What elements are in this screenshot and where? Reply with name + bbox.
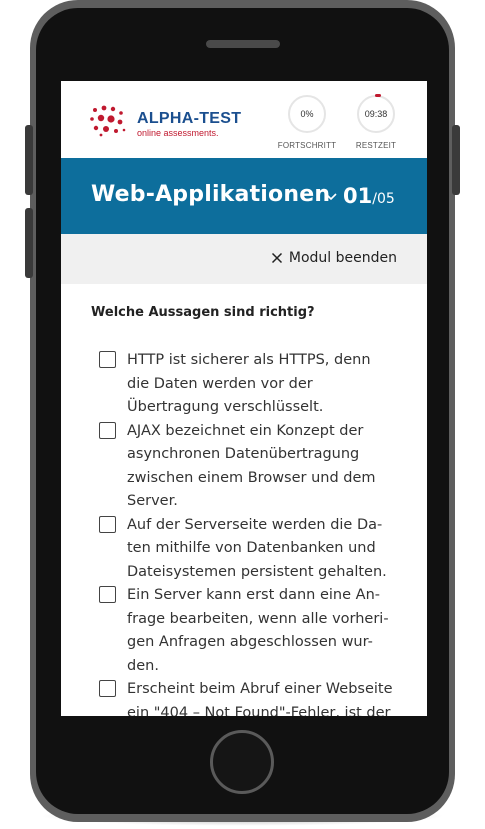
answer-checkbox[interactable] bbox=[99, 421, 116, 439]
answer-option[interactable]: Ein Server kann erst dann eine An-frage … bbox=[99, 584, 399, 678]
brand-subtitle: online assessments. bbox=[137, 128, 219, 138]
app-header: ALPHA-TEST online assessments. 0% FORTSC… bbox=[61, 81, 427, 158]
brand-title: ALPHA-TEST bbox=[137, 110, 242, 127]
answer-option[interactable]: AJAX bezeichnet ein Konzept der asynchro… bbox=[99, 420, 399, 514]
phone-speaker bbox=[206, 40, 280, 48]
action-bar: Modul beenden bbox=[61, 234, 427, 284]
answer-text: HTTP ist sicherer als HTTPS, denn die Da… bbox=[127, 352, 371, 415]
answer-text: Ein Server kann erst dann eine An-frage … bbox=[127, 587, 389, 674]
answer-text: Auf der Serverseite werden die Da-ten mi… bbox=[127, 516, 387, 580]
power-button bbox=[452, 125, 460, 195]
timer-label: RESTZEIT bbox=[355, 141, 397, 150]
answer-text: AJAX bezeichnet ein Konzept der asynchro… bbox=[127, 422, 376, 510]
timer-arc bbox=[375, 94, 381, 97]
timer-ring: 09:38 bbox=[357, 94, 395, 133]
volume-down-button bbox=[25, 208, 33, 278]
app-screen: ALPHA-TEST online assessments. 0% FORTSC… bbox=[61, 81, 427, 716]
volume-up-button bbox=[25, 125, 33, 195]
answer-text: Erscheint beim Abruf einer Webseite ein … bbox=[127, 681, 393, 716]
progress-ring: 0% bbox=[288, 95, 326, 133]
answer-checkbox[interactable] bbox=[99, 515, 116, 533]
end-module-button[interactable]: Modul beenden bbox=[271, 250, 397, 266]
progress-label: FORTSCHRITT bbox=[277, 141, 337, 150]
alpha-test-logo-icon bbox=[90, 105, 126, 137]
close-icon bbox=[271, 252, 282, 264]
answer-checkbox[interactable] bbox=[99, 586, 116, 603]
answer-checkbox[interactable] bbox=[99, 351, 116, 368]
module-total: /05 bbox=[372, 191, 395, 207]
chevron-down-icon[interactable] bbox=[323, 189, 339, 205]
module-title: Web-Applikationen bbox=[91, 182, 331, 207]
answer-option[interactable]: HTTP ist sicherer als HTTPS, denn die Da… bbox=[99, 349, 399, 420]
answer-checkbox[interactable] bbox=[99, 680, 116, 697]
answer-option[interactable]: Erscheint beim Abruf einer Webseite ein … bbox=[99, 678, 399, 716]
end-module-label: Modul beenden bbox=[288, 250, 397, 266]
home-button[interactable] bbox=[210, 730, 274, 794]
timer-value: 09:38 bbox=[364, 109, 388, 119]
question-text: Welche Aussagen sind richtig? bbox=[91, 305, 315, 320]
answer-option[interactable]: Auf der Serverseite werden die Da-ten mi… bbox=[99, 514, 399, 585]
module-header: Web-Applikationen 01/05 bbox=[61, 158, 427, 234]
progress-indicator: 0% FORTSCHRITT bbox=[275, 95, 339, 150]
module-current: 01 bbox=[343, 184, 373, 208]
module-counter[interactable]: 01/05 bbox=[343, 184, 395, 208]
timer-indicator: 09:38 RESTZEIT bbox=[344, 94, 408, 150]
progress-value: 0% bbox=[300, 109, 314, 119]
answer-list: HTTP ist sicherer als HTTPS, denn die Da… bbox=[99, 349, 399, 716]
